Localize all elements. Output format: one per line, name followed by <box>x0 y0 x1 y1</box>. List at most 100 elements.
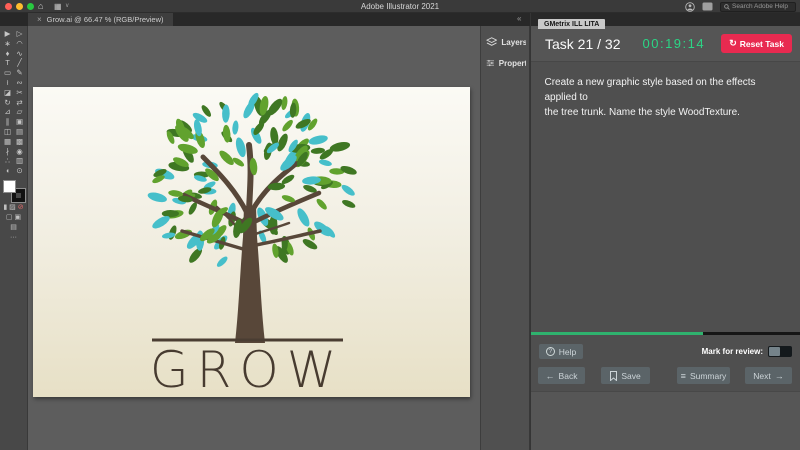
panel-label: Properti... <box>499 59 526 68</box>
account-avatar-icon[interactable] <box>685 2 695 12</box>
leaf <box>295 207 312 229</box>
task-instructions: Create a new graphic style based on the … <box>545 75 787 120</box>
summary-label: Summary <box>690 371 726 381</box>
leaf <box>147 191 168 204</box>
toolbar-swatch-row: ▮▨⊘ <box>3 204 23 212</box>
draw-behind-button[interactable]: ▣ <box>15 214 22 222</box>
symbol-sprayer-tool[interactable]: ∴ <box>2 156 14 166</box>
pencil-tool[interactable]: ≀ <box>2 78 14 88</box>
next-button[interactable]: Next → <box>745 367 792 384</box>
arrow-right-icon: → <box>775 371 784 381</box>
reflect-tool[interactable]: ⇄ <box>14 98 26 108</box>
leaf <box>339 164 357 176</box>
toolbar-screen-row: ▤ <box>10 224 17 232</box>
list-icon: ≡ <box>681 371 686 381</box>
zoom-tool[interactable]: ⊙ <box>14 166 26 176</box>
shaper-tool[interactable]: ∾ <box>14 78 26 88</box>
leaf <box>341 198 356 209</box>
column-graph-tool[interactable]: ▥ <box>14 156 26 166</box>
app-title: Adobe Illustrator 2021 <box>0 0 800 13</box>
back-label: Back <box>559 371 578 381</box>
eyedropper-tool[interactable]: ∤ <box>2 147 14 157</box>
search-input[interactable] <box>732 3 792 10</box>
expand-panels-icon[interactable]: « <box>517 14 521 23</box>
draw-normal-button[interactable]: ▢ <box>6 214 13 222</box>
timer: 00:19:14 <box>643 36 706 51</box>
gmetrix-footer <box>531 391 800 450</box>
toolbar-tools: ▶▷∗◠♦∿T╱▭✎≀∾◪✂↻⇄⊿▱∥▣◫▤▦▩∤◉∴▥◖⊙ <box>2 29 26 176</box>
magic-wand-tool[interactable]: ∗ <box>2 39 14 49</box>
tools-panel: ▶▷∗◠♦∿T╱▭✎≀∾◪✂↻⇄⊿▱∥▣◫▤▦▩∤◉∴▥◖⊙ ▮▨⊘ ▢▣ ▤ … <box>0 26 28 450</box>
help-label: Help <box>559 347 576 357</box>
rectangle-tool[interactable]: ▭ <box>2 68 14 78</box>
curvature-tool[interactable]: ∿ <box>14 49 26 59</box>
task-counter: Task 21 / 32 <box>545 36 621 52</box>
line-segment-tool[interactable]: ╱ <box>14 58 26 68</box>
pen-tool[interactable]: ♦ <box>2 49 14 59</box>
lasso-tool[interactable]: ◠ <box>14 39 26 49</box>
back-button[interactable]: ← Back <box>538 367 585 384</box>
direct-selection-tool[interactable]: ▷ <box>14 29 26 39</box>
task-progress-bar <box>531 332 800 335</box>
reset-label: Reset Task <box>740 39 784 49</box>
artboard[interactable]: GROW <box>33 87 470 397</box>
gmetrix-header: Task 21 / 32 00:19:14 ↻ Reset Task <box>531 26 800 62</box>
fill-swatch[interactable] <box>3 180 16 193</box>
toggle-knob <box>769 347 780 356</box>
summary-button[interactable]: ≡ Summary <box>677 367 730 384</box>
rotate-tool[interactable]: ↻ <box>2 98 14 108</box>
color-button[interactable]: ▮ <box>3 204 7 212</box>
next-label: Next <box>753 371 770 381</box>
shear-tool[interactable]: ▱ <box>14 107 26 117</box>
reset-task-button[interactable]: ↻ Reset Task <box>721 34 792 53</box>
media-icon[interactable] <box>702 2 713 11</box>
save-label: Save <box>621 371 640 381</box>
canvas-pasteboard[interactable]: GROW <box>28 26 480 450</box>
mesh-tool[interactable]: ▦ <box>2 137 14 147</box>
leaf <box>217 148 236 167</box>
panel-button-layers[interactable]: Layers <box>481 32 529 53</box>
logo-text: GROW <box>150 341 344 397</box>
gmetrix-tab[interactable]: GMetrix ILL LITA <box>538 19 605 29</box>
scale-tool[interactable]: ⊿ <box>2 107 14 117</box>
blend-tool[interactable]: ◉ <box>14 147 26 157</box>
leaf <box>318 159 332 168</box>
arrow-left-icon: ← <box>546 371 555 381</box>
width-tool[interactable]: ∥ <box>2 117 14 127</box>
type-tool[interactable]: T <box>2 58 14 68</box>
scissors-tool[interactable]: ✂ <box>14 88 26 98</box>
document-tab-label: Grow.ai @ 66.47 % (RGB/Preview) <box>47 15 164 24</box>
gradient-button[interactable]: ▨ <box>9 204 16 212</box>
document-tab[interactable]: × Grow.ai @ 66.47 % (RGB/Preview) <box>28 13 173 26</box>
leaf <box>315 197 329 211</box>
leaf <box>340 183 356 198</box>
help-search[interactable] <box>720 2 796 12</box>
free-transform-tool[interactable]: ▣ <box>14 117 26 127</box>
gradient-tool[interactable]: ▩ <box>14 137 26 147</box>
properties-icon <box>486 58 495 68</box>
shape-builder-tool[interactable]: ◫ <box>2 127 14 137</box>
screen-mode-button[interactable]: ▤ <box>10 224 17 232</box>
leaf <box>308 134 329 147</box>
gmetrix-panel: GMetrix ILL LITA Task 21 / 32 00:19:14 ↻… <box>530 13 800 450</box>
progress-fill <box>531 332 703 335</box>
panel-button-properties[interactable]: Properti... <box>481 53 529 73</box>
more-tools-button[interactable]: ··· <box>10 234 17 242</box>
leaves-front <box>168 120 321 245</box>
selection-tool[interactable]: ▶ <box>2 29 14 39</box>
save-button[interactable]: Save <box>601 367 650 384</box>
toolbar-mode-row: ▢▣ <box>6 214 21 222</box>
leaf <box>215 255 229 269</box>
close-tab-icon[interactable]: × <box>37 15 42 25</box>
leaf <box>281 118 295 133</box>
help-button[interactable]: ? Help <box>539 344 583 359</box>
hand-tool[interactable]: ◖ <box>2 166 14 176</box>
none-button[interactable]: ⊘ <box>18 204 24 212</box>
fill-stroke-swatches[interactable] <box>3 180 25 202</box>
mark-for-review-toggle[interactable] <box>768 346 792 357</box>
eraser-tool[interactable]: ◪ <box>2 88 14 98</box>
paintbrush-tool[interactable]: ✎ <box>14 68 26 78</box>
gmetrix-tab-strip: GMetrix ILL LITA <box>531 13 800 26</box>
perspective-grid-tool[interactable]: ▤ <box>14 127 26 137</box>
title-bar: ⌂ ▦ ∨ Adobe Illustrator 2021 <box>0 0 800 13</box>
